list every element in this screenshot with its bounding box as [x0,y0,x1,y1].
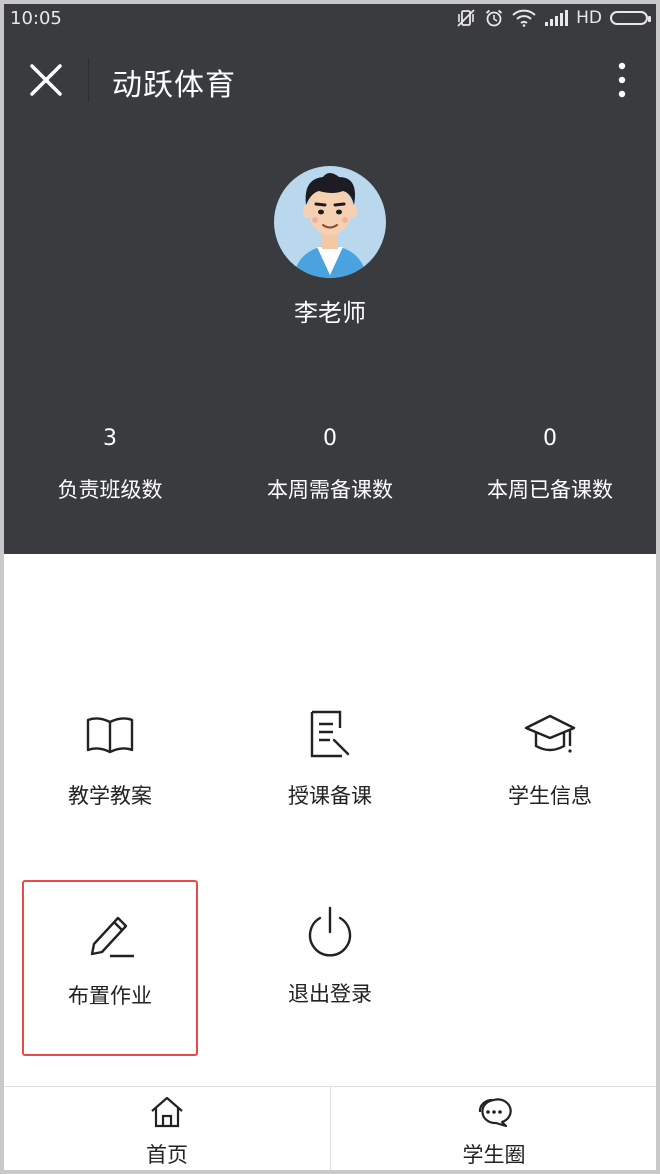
power-icon [242,904,418,960]
menu-student-info[interactable]: 学生信息 [462,682,638,858]
more-menu-button[interactable] [610,58,634,102]
app-bar-divider [88,58,89,102]
bottom-tab-bar: 首页 学生圈 [4,1086,656,1170]
book-icon [22,706,198,762]
home-icon [4,1095,330,1129]
tab-student-circle[interactable]: 学生圈 [331,1087,656,1170]
menu-label: 授课备课 [288,784,372,808]
signal-icon [544,10,569,26]
more-vertical-icon [618,62,626,98]
close-button[interactable] [24,58,68,102]
menu-logout[interactable]: 退出登录 [242,880,418,1056]
app-bar: 动跃体育 [4,34,656,126]
teacher-name: 李老师 [294,299,366,327]
stat-value: 0 [323,426,337,451]
menu-label: 布置作业 [68,984,152,1008]
menu-label: 退出登录 [288,982,372,1006]
app-frame: 10:05 HD 动跃体育 李老师 3 负责班级数 0 本周需备课数 0 本周已… [4,4,656,1170]
graduation-cap-icon [462,706,638,762]
stat-label: 本周需备课数 [267,478,393,502]
wifi-icon [512,9,536,27]
tab-home[interactable]: 首页 [4,1087,330,1170]
tab-label: 首页 [146,1143,188,1167]
chat-bubbles-icon [331,1095,656,1129]
status-time: 10:05 [10,8,62,29]
network-type-label: HD [576,8,602,28]
vibrate-off-icon [456,8,476,28]
battery-icon [610,11,651,25]
menu-assign-homework[interactable]: 布置作业 [22,880,198,1056]
teacher-avatar[interactable] [273,165,387,279]
stat-value: 0 [543,426,557,451]
status-bar: 10:05 HD [4,4,656,34]
profile-header: 动跃体育 李老师 3 负责班级数 0 本周需备课数 0 本周已备课数 [4,34,656,554]
document-edit-icon [242,706,418,762]
menu-lesson-preparation[interactable]: 授课备课 [242,682,418,858]
stat-value: 3 [103,426,117,451]
header-wave-divider [4,504,656,527]
menu-teaching-plans[interactable]: 教学教案 [22,682,198,858]
stat-label: 本周已备课数 [487,478,613,502]
menu-label: 教学教案 [68,784,152,808]
pencil-icon [24,906,196,962]
status-icons: HD [456,8,651,28]
stat-label: 负责班级数 [57,478,163,502]
close-icon [30,64,62,96]
alarm-icon [484,8,504,28]
tab-label: 学生圈 [462,1143,526,1167]
app-title: 动跃体育 [112,68,236,103]
menu-label: 学生信息 [508,784,592,808]
